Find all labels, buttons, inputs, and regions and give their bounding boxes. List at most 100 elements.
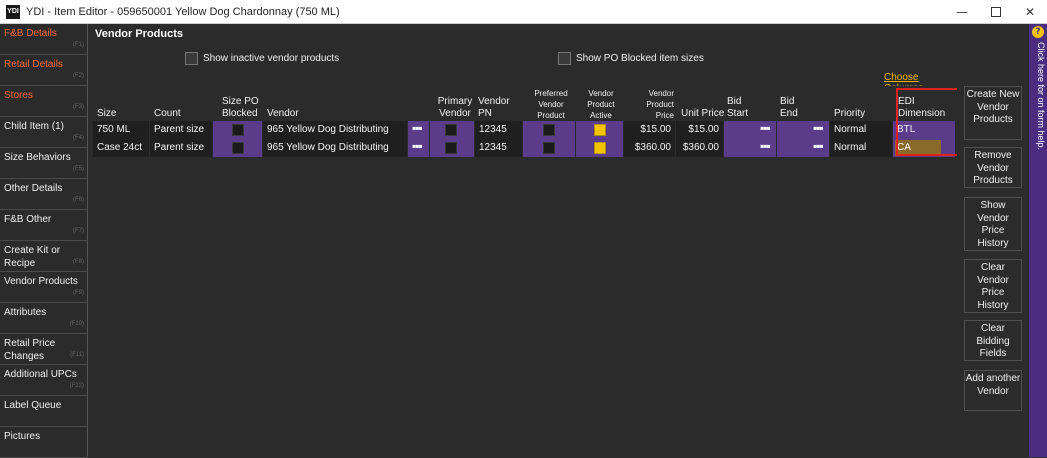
cell-preferred-vendor-product[interactable]: [523, 121, 576, 139]
col-header-primary-vendor[interactable]: Primary Vendor: [434, 96, 476, 120]
ellipsis-icon: ▪▪▪: [760, 121, 771, 135]
col-header-bid-end[interactable]: Bid End: [780, 96, 810, 120]
cell-edi-dimension[interactable]: CA: [893, 139, 956, 157]
clear-bidding-fields-button[interactable]: Clear Bidding Fields: [964, 320, 1022, 361]
cell-vendor-product-price[interactable]: $360.00: [624, 139, 676, 157]
vendor-picker-button[interactable]: ▪▪▪: [408, 121, 430, 139]
sidebar-item-retail-details[interactable]: Retail Details (F2): [0, 55, 87, 86]
col-header-count[interactable]: Count: [154, 108, 181, 120]
cell-size-po-blocked[interactable]: [213, 121, 263, 139]
vendor-picker-button[interactable]: ▪▪▪: [408, 139, 430, 157]
cell-vendor[interactable]: 965 Yellow Dog Distributing: [263, 121, 408, 139]
help-icon[interactable]: ?: [1032, 26, 1044, 38]
sidebar-item-create-kit[interactable]: Create Kit or Recipe (F8): [0, 241, 87, 272]
checkbox[interactable]: [445, 124, 457, 136]
col-header-vendor-product-price[interactable]: Vendor Product Price: [634, 88, 674, 121]
cell-count[interactable]: Parent size: [150, 139, 213, 157]
cell-priority[interactable]: Normal: [830, 139, 893, 157]
shortcut-key: (F3): [73, 104, 84, 110]
cell-vendor-product-active[interactable]: [576, 121, 624, 139]
add-another-vendor-button[interactable]: Add another Vendor: [964, 370, 1022, 411]
edi-dimension-input[interactable]: CA: [895, 140, 941, 156]
sidebar-item-label: Size Behaviors: [4, 152, 71, 163]
col-header-preferred-vendor-product[interactable]: Preferred Vendor Product: [526, 88, 576, 121]
cell-primary-vendor[interactable]: [430, 139, 475, 157]
maximize-button[interactable]: [979, 0, 1013, 24]
col-header-edi-dimension[interactable]: EDI Dimension: [898, 96, 948, 120]
maximize-icon: [991, 7, 1001, 17]
col-header-vendor-pn[interactable]: Vendor PN: [478, 96, 516, 120]
col-header-bid-start[interactable]: Bid Start: [727, 96, 757, 120]
cell-size[interactable]: 750 ML: [93, 121, 150, 139]
sidebar-item-other-details[interactable]: Other Details (F6): [0, 179, 87, 210]
sidebar-item-label: F&B Other: [4, 214, 52, 225]
checkbox-label: Show inactive vendor products: [203, 53, 340, 64]
vendor-products-grid: Size Count Size PO Blocked Vendor Primar…: [93, 86, 962, 457]
sidebar-item-label: Create Kit or Recipe: [4, 245, 61, 269]
cell-preferred-vendor-product[interactable]: [523, 139, 576, 157]
cell-vendor-product-active[interactable]: [576, 139, 624, 157]
cell-primary-vendor[interactable]: [430, 121, 475, 139]
app-logo-icon: YDI: [6, 4, 20, 19]
sidebar-item-child-item[interactable]: Child Item (1) (F4): [0, 117, 87, 148]
sidebar-item-vendor-products[interactable]: Vendor Products (F9): [0, 272, 87, 303]
checkbox[interactable]: [543, 142, 555, 154]
sidebar-item-additional-upcs[interactable]: Additional UPCs (F12): [0, 365, 87, 396]
cell-edi-dimension[interactable]: BTL: [893, 121, 956, 139]
cell-bid-start[interactable]: ▪▪▪: [724, 139, 777, 157]
close-icon: ✕: [1024, 5, 1036, 19]
cell-size-po-blocked[interactable]: [213, 139, 263, 157]
clear-vendor-price-history-button[interactable]: Clear Vendor Price History: [964, 259, 1022, 313]
show-po-blocked-checkbox[interactable]: Show PO Blocked item sizes: [558, 52, 704, 65]
col-header-vendor-product-active[interactable]: Vendor Product Active: [581, 88, 621, 121]
cell-size[interactable]: Case 24ct: [93, 139, 150, 157]
help-text[interactable]: Click here for on form help.: [1030, 42, 1046, 222]
cell-bid-end[interactable]: ▪▪▪: [777, 139, 830, 157]
sidebar-item-retail-price-changes[interactable]: Retail Price Changes (F11): [0, 334, 87, 365]
shortcut-key: (F1): [73, 42, 84, 48]
cell-count[interactable]: Parent size: [150, 121, 213, 139]
checkbox-checked[interactable]: [594, 142, 606, 154]
sidebar-item-label-queue[interactable]: Label Queue: [0, 396, 87, 427]
checkbox[interactable]: [232, 142, 244, 154]
section-title: Vendor Products: [95, 28, 184, 40]
sidebar-item-pictures[interactable]: Pictures: [0, 427, 87, 458]
col-header-priority[interactable]: Priority: [834, 108, 865, 120]
show-inactive-checkbox[interactable]: Show inactive vendor products: [185, 52, 339, 65]
table-row[interactable]: 750 ML Parent size 965 Yellow Dog Distri…: [93, 121, 956, 139]
sidebar-item-fb-other[interactable]: F&B Other (F7): [0, 210, 87, 241]
cell-vendor[interactable]: 965 Yellow Dog Distributing: [263, 139, 408, 157]
sidebar-item-label: Other Details: [4, 183, 63, 194]
minimize-button[interactable]: —: [945, 0, 979, 24]
sidebar-item-label: Retail Details: [4, 59, 63, 70]
col-header-unit-price[interactable]: Unit Price: [681, 108, 724, 120]
col-header-vendor[interactable]: Vendor: [267, 108, 299, 120]
cell-bid-end[interactable]: ▪▪▪: [777, 121, 830, 139]
sidebar-item-size-behaviors[interactable]: Size Behaviors (F5): [0, 148, 87, 179]
show-vendor-price-history-button[interactable]: Show Vendor Price History: [964, 197, 1022, 251]
checkbox-checked[interactable]: [594, 124, 606, 136]
checkbox[interactable]: [232, 124, 244, 136]
checkbox[interactable]: [543, 124, 555, 136]
sidebar-item-fb-details[interactable]: F&B Details (F1): [0, 24, 87, 55]
col-header-size[interactable]: Size: [97, 108, 116, 120]
cell-priority[interactable]: Normal: [830, 121, 893, 139]
checkbox-box[interactable]: [185, 52, 198, 65]
remove-vendor-products-button[interactable]: Remove Vendor Products: [964, 147, 1022, 188]
create-vendor-products-button[interactable]: Create New Vendor Products: [964, 86, 1022, 140]
table-row[interactable]: Case 24ct Parent size 965 Yellow Dog Dis…: [93, 139, 956, 157]
shortcut-key: (F2): [73, 73, 84, 79]
cell-bid-start[interactable]: ▪▪▪: [724, 121, 777, 139]
col-header-size-po-blocked[interactable]: Size PO Blocked: [222, 96, 262, 120]
cell-vendor-pn[interactable]: 12345: [475, 139, 523, 157]
checkbox-box[interactable]: [558, 52, 571, 65]
cell-unit-price[interactable]: $15.00: [676, 121, 724, 139]
cell-vendor-product-price[interactable]: $15.00: [624, 121, 676, 139]
cell-unit-price[interactable]: $360.00: [676, 139, 724, 157]
checkbox[interactable]: [445, 142, 457, 154]
sidebar-item-stores[interactable]: Stores (F3): [0, 86, 87, 117]
close-button[interactable]: ✕: [1013, 0, 1047, 24]
sidebar-item-attributes[interactable]: Attributes (F10): [0, 303, 87, 334]
cell-vendor-pn[interactable]: 12345: [475, 121, 523, 139]
help-strip[interactable]: ? Click here for on form help.: [1029, 24, 1047, 457]
